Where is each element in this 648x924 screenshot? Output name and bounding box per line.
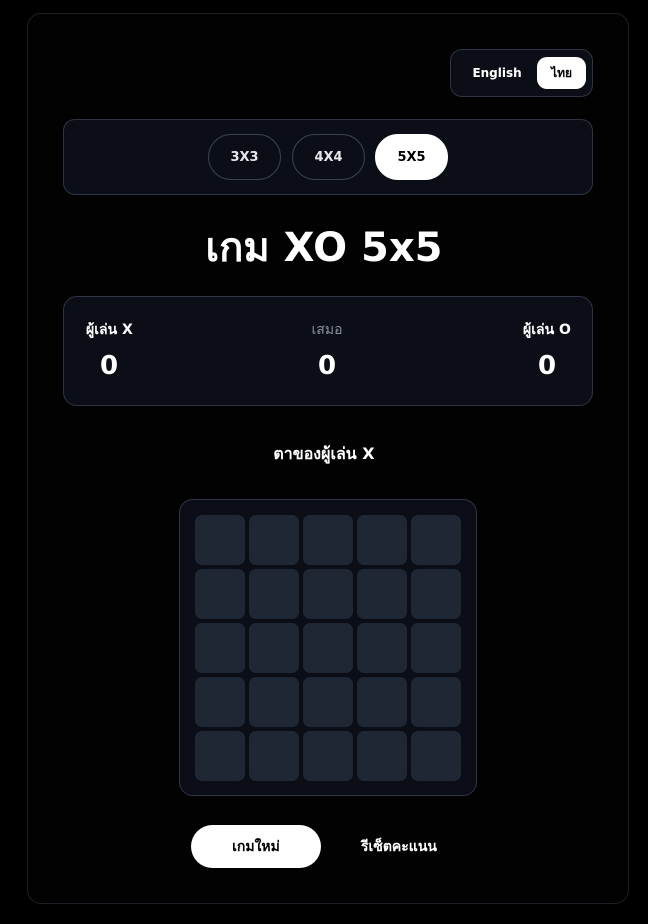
board-cell[interactable] bbox=[357, 515, 407, 565]
board-cell[interactable] bbox=[195, 515, 245, 565]
turn-status: ตาของผู้เล่น X bbox=[273, 444, 375, 463]
board-cell[interactable] bbox=[195, 677, 245, 727]
score-draw: เสมอ 0 bbox=[297, 319, 357, 381]
score-draw-label: เสมอ bbox=[311, 322, 343, 338]
language-english-button[interactable]: English bbox=[457, 57, 537, 89]
score-o: ผู้เล่น O 0 bbox=[522, 319, 572, 381]
scoreboard: ผู้เล่น X 0 เสมอ 0 ผู้เล่น O 0 bbox=[63, 296, 593, 406]
score-x: ผู้เล่น X 0 bbox=[86, 319, 133, 381]
board-cell[interactable] bbox=[411, 569, 461, 619]
board-cell[interactable] bbox=[411, 731, 461, 781]
board-cell[interactable] bbox=[357, 677, 407, 727]
size-4x4-button[interactable]: 4X4 bbox=[292, 134, 365, 180]
score-o-label: ผู้เล่น O bbox=[523, 322, 571, 338]
score-x-value: 0 bbox=[99, 351, 119, 381]
language-thai-button[interactable]: ไทย bbox=[537, 57, 586, 89]
new-game-button[interactable]: เกมใหม่ bbox=[191, 825, 321, 868]
board-cell[interactable] bbox=[411, 677, 461, 727]
score-draw-value: 0 bbox=[317, 351, 337, 381]
language-toggle: English ไทย bbox=[450, 49, 593, 97]
board-cell[interactable] bbox=[249, 677, 299, 727]
board-cell[interactable] bbox=[303, 731, 353, 781]
board-cell[interactable] bbox=[249, 623, 299, 673]
board-cell[interactable] bbox=[249, 731, 299, 781]
board-cell[interactable] bbox=[303, 623, 353, 673]
board-cell[interactable] bbox=[357, 623, 407, 673]
board-cell[interactable] bbox=[195, 569, 245, 619]
board-cell[interactable] bbox=[195, 731, 245, 781]
game-board bbox=[179, 499, 477, 796]
board-cell[interactable] bbox=[357, 569, 407, 619]
board-cell[interactable] bbox=[303, 677, 353, 727]
size-3x3-button[interactable]: 3X3 bbox=[208, 134, 281, 180]
board-cell[interactable] bbox=[249, 515, 299, 565]
reset-score-button[interactable]: รีเซ็ตคะแนน bbox=[340, 825, 458, 868]
board-cell[interactable] bbox=[303, 515, 353, 565]
board-cell[interactable] bbox=[249, 569, 299, 619]
board-cell[interactable] bbox=[195, 623, 245, 673]
board-cell[interactable] bbox=[303, 569, 353, 619]
score-o-value: 0 bbox=[537, 351, 557, 381]
board-size-selector: 3X3 4X4 5X5 bbox=[63, 119, 593, 195]
board-cell[interactable] bbox=[411, 623, 461, 673]
score-x-label: ผู้เล่น X bbox=[86, 322, 133, 338]
page-title: เกม XO 5x5 bbox=[205, 225, 443, 271]
board-cell[interactable] bbox=[411, 515, 461, 565]
size-5x5-button[interactable]: 5X5 bbox=[375, 134, 448, 180]
board-cell[interactable] bbox=[357, 731, 407, 781]
